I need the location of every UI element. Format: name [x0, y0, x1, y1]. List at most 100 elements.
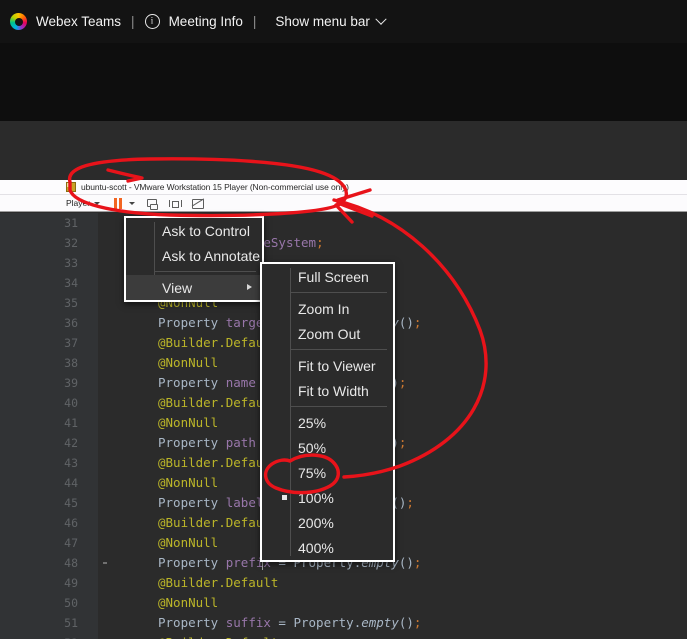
selected-bullet-icon: [282, 495, 287, 500]
webex-meeting-bar: Webex Teams | i Meeting Info | Show menu…: [0, 0, 687, 43]
line-number: 49: [64, 576, 78, 590]
line-number: 50: [64, 596, 78, 610]
webex-app-name: Webex Teams: [36, 14, 122, 29]
line-number: 42: [64, 436, 78, 450]
submenu-item-full-screen[interactable]: Full Screen: [262, 264, 393, 289]
menu-item-label: Fit to Width: [298, 382, 369, 399]
submenu-item-400[interactable]: 400%: [262, 535, 393, 560]
code-line: 51 Property suffix = Property.empty();: [0, 613, 687, 633]
menu-item-label: View: [162, 279, 193, 296]
line-number: 31: [64, 216, 78, 230]
menu-item-label: Fit to Viewer: [298, 357, 376, 374]
menu-separator: [290, 292, 387, 293]
webex-teams-button[interactable]: Webex Teams: [10, 13, 121, 30]
webex-separator-2: |: [252, 14, 257, 29]
code-line: 50 @NonNull: [0, 593, 687, 613]
line-number: 45: [64, 496, 78, 510]
show-menu-bar-label: Show menu bar: [275, 14, 370, 29]
vmware-toolbar: Player: [0, 195, 687, 212]
menu-item-label: 75%: [298, 464, 327, 481]
menu-item-ask-to-annotate[interactable]: Ask to Annotate: [126, 243, 262, 268]
submenu-item-200[interactable]: 200%: [262, 510, 393, 535]
submenu-item-fit-to-width[interactable]: Fit to Width: [262, 378, 393, 403]
player-menu-label: Player: [66, 198, 91, 208]
menu-item-view[interactable]: View: [126, 275, 262, 300]
desktop-backdrop-upper: [0, 43, 687, 121]
menu-item-label: Full Screen: [298, 268, 369, 285]
line-number: 47: [64, 536, 78, 550]
line-number: 34: [64, 276, 78, 290]
show-menu-bar-button[interactable]: Show menu bar: [266, 13, 387, 29]
vmware-app-icon: [66, 182, 76, 192]
code-text: @Builder.Default: [158, 575, 279, 590]
pause-dropdown-caret-icon[interactable]: [128, 201, 135, 205]
desktop-backdrop-mid: [0, 121, 687, 180]
vmware-title-bar[interactable]: ubuntu-scott - VMware Workstation 15 Pla…: [0, 180, 687, 195]
submenu-item-75[interactable]: 75%: [262, 460, 393, 485]
menu-item-label: 200%: [298, 514, 334, 531]
menu-item-label: Zoom Out: [298, 325, 361, 342]
send-ctrl-alt-del-icon[interactable]: [191, 197, 204, 210]
submenu-item-zoom-in[interactable]: Zoom In: [262, 296, 393, 321]
view-submenu[interactable]: Full Screen Zoom In Zoom Out Fit to Viewer F…: [260, 262, 395, 562]
line-number: 44: [64, 476, 78, 490]
menu-separator: [154, 271, 256, 272]
code-text: @NonNull: [158, 475, 219, 490]
line-number: 41: [64, 416, 78, 430]
line-number: 37: [64, 336, 78, 350]
menu-separator: [290, 406, 387, 407]
player-menu-button[interactable]: Player: [66, 198, 101, 208]
submenu-item-50[interactable]: 50%: [262, 435, 393, 460]
line-number: 33: [64, 256, 78, 270]
menu-item-label: 100%: [298, 489, 334, 506]
submenu-item-100[interactable]: 100%: [262, 485, 393, 510]
menu-item-label: 50%: [298, 439, 327, 456]
chevron-down-icon: [375, 13, 387, 25]
submenu-item-zoom-out[interactable]: Zoom Out: [262, 321, 393, 346]
menu-separator: [290, 349, 387, 350]
line-number: 32: [64, 236, 78, 250]
line-number: 36: [64, 316, 78, 330]
code-text: @NonNull: [158, 355, 219, 370]
menu-item-label: Ask to Control: [162, 222, 250, 239]
line-number: 51: [64, 616, 78, 630]
code-text: @Builder.Default: [158, 633, 278, 639]
webex-logo-icon: [10, 13, 27, 30]
full-screen-icon[interactable]: [168, 197, 182, 210]
context-menu[interactable]: Ask to Control Ask to Annotate View: [124, 216, 264, 302]
menu-item-label: Zoom In: [298, 300, 350, 317]
line-number: 38: [64, 356, 78, 370]
meeting-info-label: Meeting Info: [168, 14, 243, 29]
line-number: 40: [64, 396, 78, 410]
code-line: 32Property sourceSystem;: [0, 233, 687, 253]
line-number: 39: [64, 376, 78, 390]
menu-item-label: Ask to Annotate: [162, 247, 261, 264]
code-text: @NonNull: [158, 595, 219, 610]
code-text: Property suffix = Property.empty();: [158, 615, 422, 630]
code-text: @NonNull: [158, 415, 219, 430]
caret-down-icon: [94, 201, 101, 205]
webex-separator-1: |: [131, 14, 135, 29]
submenu-item-25[interactable]: 25%: [262, 410, 393, 435]
code-line: 31: [0, 213, 687, 233]
info-circle-icon: i: [144, 14, 160, 29]
unity-mode-icon[interactable]: [145, 197, 158, 210]
pause-icon[interactable]: [114, 197, 122, 209]
menu-item-ask-to-control[interactable]: Ask to Control: [126, 218, 262, 243]
menu-item-label: 25%: [298, 414, 327, 431]
line-number: 52: [0, 633, 78, 639]
line-number: 46: [64, 516, 78, 530]
code-line: 49 @Builder.Default: [0, 573, 687, 593]
meeting-info-button[interactable]: i Meeting Info: [144, 14, 243, 29]
menu-item-label: 400%: [298, 539, 334, 556]
screen-root: Webex Teams | i Meeting Info | Show menu…: [0, 0, 687, 639]
submenu-item-fit-to-viewer[interactable]: Fit to Viewer: [262, 353, 393, 378]
code-line: 52 @Builder.Default: [0, 633, 687, 639]
submenu-arrow-icon: [247, 284, 252, 290]
line-number: 35: [64, 296, 78, 310]
code-text: @NonNull: [158, 535, 219, 550]
fold-marker[interactable]: [103, 562, 107, 564]
line-number: 43: [64, 456, 78, 470]
line-number: 48: [64, 556, 78, 570]
vmware-window-title: ubuntu-scott - VMware Workstation 15 Pla…: [81, 182, 349, 192]
